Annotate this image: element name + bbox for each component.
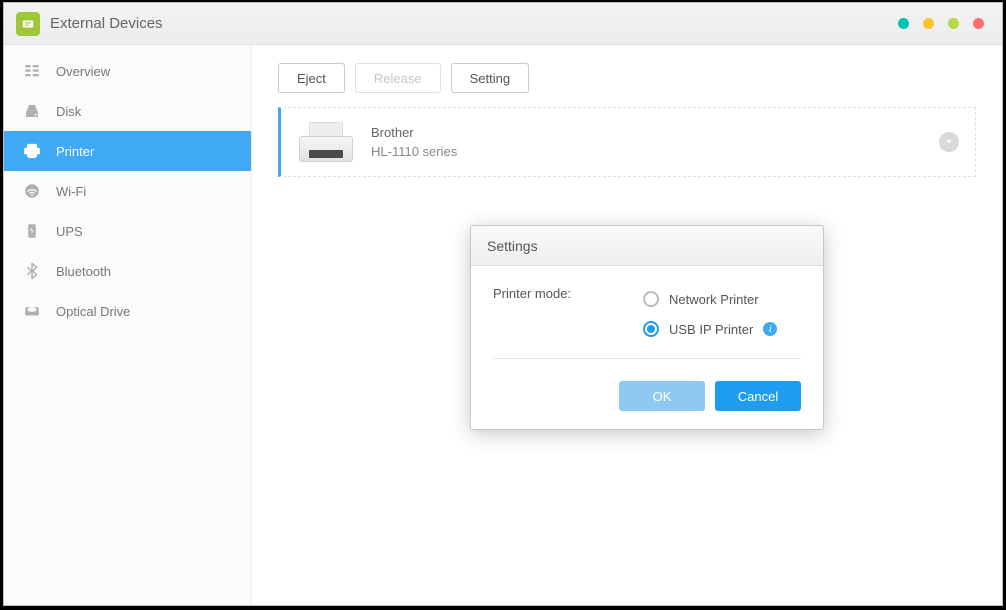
sidebar-item-ups[interactable]: UPS <box>4 211 251 251</box>
radio-usb-ip-printer[interactable]: USB IP Printer i <box>643 314 801 344</box>
ups-icon <box>22 222 42 240</box>
sidebar-item-label: UPS <box>56 224 83 239</box>
toolbar: Eject Release Setting <box>278 63 976 93</box>
radio-label: USB IP Printer <box>669 322 753 337</box>
printer-mode-label: Printer mode: <box>493 284 643 344</box>
window-title: External Devices <box>50 15 163 32</box>
sidebar-item-overview[interactable]: Overview <box>4 51 251 91</box>
overview-icon <box>22 62 42 80</box>
settings-modal: Settings Printer mode: Network Printer U… <box>470 225 824 430</box>
sidebar-item-label: Disk <box>56 104 81 119</box>
modal-title: Settings <box>471 226 823 266</box>
release-button: Release <box>355 63 441 93</box>
setting-button[interactable]: Setting <box>451 63 529 93</box>
separator <box>493 358 801 359</box>
cancel-button[interactable]: Cancel <box>715 381 801 411</box>
sidebar-item-optical[interactable]: Optical Drive <box>4 291 251 331</box>
printer-icon <box>22 142 42 160</box>
radio-label: Network Printer <box>669 292 759 307</box>
window-control-dot[interactable] <box>923 18 934 29</box>
titlebar: External Devices <box>4 3 1002 45</box>
window-control-dot[interactable] <box>898 18 909 29</box>
sidebar-item-label: Bluetooth <box>56 264 111 279</box>
optical-drive-icon <box>22 302 42 320</box>
window-control-dot[interactable] <box>948 18 959 29</box>
sidebar-item-printer[interactable]: Printer <box>4 131 251 171</box>
disk-icon <box>22 102 42 120</box>
wifi-icon <box>22 182 42 200</box>
eject-button[interactable]: Eject <box>278 63 345 93</box>
sidebar-item-label: Overview <box>56 64 110 79</box>
radio-indicator <box>643 291 659 307</box>
window-control-dot[interactable] <box>973 18 984 29</box>
radio-indicator <box>643 321 659 337</box>
radio-network-printer[interactable]: Network Printer <box>643 284 801 314</box>
bluetooth-icon <box>22 262 42 280</box>
expand-toggle[interactable] <box>939 132 959 152</box>
device-model: HL-1110 series <box>371 144 457 159</box>
app-window: External Devices Overview Disk <box>3 2 1003 606</box>
sidebar-item-bluetooth[interactable]: Bluetooth <box>4 251 251 291</box>
chevron-down-icon <box>944 137 954 147</box>
sidebar-item-disk[interactable]: Disk <box>4 91 251 131</box>
window-controls <box>898 18 984 29</box>
sidebar-item-wifi[interactable]: Wi-Fi <box>4 171 251 211</box>
info-icon[interactable]: i <box>763 322 777 336</box>
sidebar-item-label: Printer <box>56 144 94 159</box>
device-card[interactable]: Brother HL-1110 series <box>278 107 976 177</box>
app-icon <box>16 12 40 36</box>
sidebar: Overview Disk Printer Wi-Fi <box>4 45 252 605</box>
sidebar-item-label: Wi-Fi <box>56 184 86 199</box>
device-name: Brother <box>371 125 457 140</box>
device-thumbnail <box>299 122 353 162</box>
ok-button[interactable]: OK <box>619 381 705 411</box>
sidebar-item-label: Optical Drive <box>56 304 130 319</box>
